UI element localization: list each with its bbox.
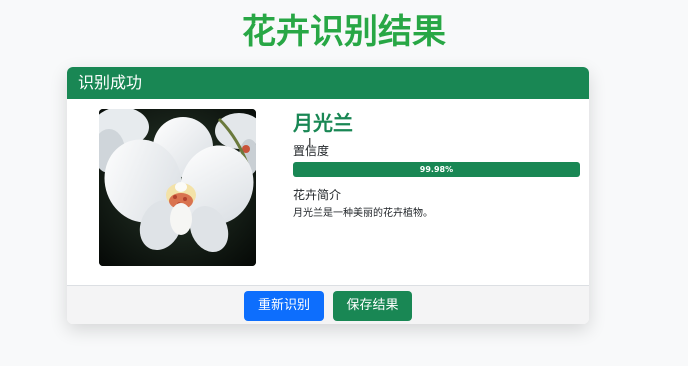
- confidence-progress-bar: 99.98%: [293, 162, 580, 177]
- retry-button[interactable]: 重新识别: [244, 291, 324, 321]
- card-footer: 重新识别 保存结果: [67, 285, 589, 324]
- confidence-label: 置信度: [293, 144, 330, 158]
- save-button[interactable]: 保存结果: [333, 291, 412, 321]
- orchid-flower-photo: [99, 109, 256, 266]
- intro-text: 月光兰是一种美丽的花卉植物。: [293, 208, 433, 219]
- result-card: 识别成功 月光兰 I 置信度 99.98% 花卉简介 月光兰是一种美丽的花卉植物…: [67, 67, 589, 324]
- flower-name: 月光兰: [293, 111, 353, 135]
- confidence-value: 99.98%: [293, 162, 580, 177]
- card-header: 识别成功: [67, 67, 589, 99]
- intro-label: 花卉简介: [293, 188, 342, 202]
- flower-image: [99, 109, 256, 266]
- page-title: 花卉识别结果: [242, 12, 446, 52]
